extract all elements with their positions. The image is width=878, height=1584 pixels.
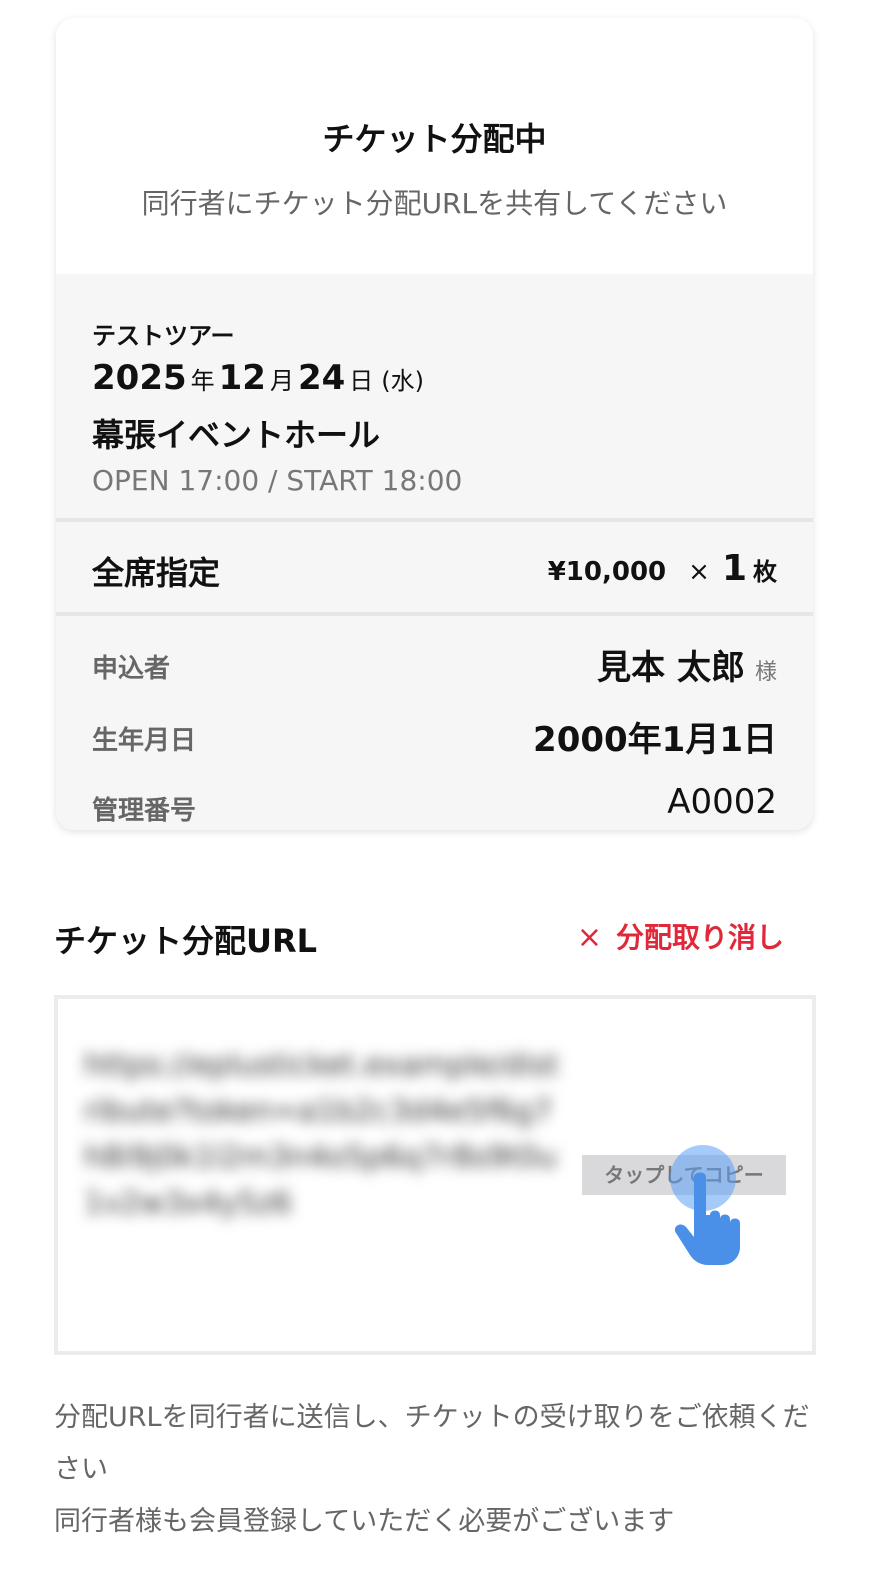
management-label: 管理番号 <box>92 796 197 826</box>
close-icon: × <box>576 920 602 955</box>
applicant-name: 見本 太郎 <box>597 648 745 688</box>
date-day: 24 <box>297 358 346 398</box>
notes: 分配URLを同行者に送信し、チケットの受け取りをご依頼ください 同行者様も会員登… <box>54 1392 814 1548</box>
seat-price-row: ¥10,000 × 1 枚 <box>548 548 777 589</box>
seat-type: 全席指定 <box>92 554 221 592</box>
note-line-1: 分配URLを同行者に送信し、チケットの受け取りをご依頼ください <box>54 1402 810 1485</box>
management-row: 管理番号 A0002 <box>92 776 777 830</box>
ticket-unit: 枚 <box>753 558 777 586</box>
page-title: チケット分配中 <box>322 120 547 158</box>
times-sign: × <box>688 557 710 587</box>
distribution-url[interactable]: https://eplusticket.example/distribute?t… <box>84 1043 564 1227</box>
cancel-distribution-button[interactable]: × 分配取り消し <box>577 916 784 956</box>
applicant-label: 申込者 <box>92 654 171 684</box>
ticket-card: チケット分配中 同行者にチケット分配URLを共有してください テストツアー 20… <box>56 18 813 830</box>
distribution-title: チケット分配URL <box>54 922 318 960</box>
seat-price: ¥10,000 <box>547 557 667 587</box>
seat-info: 全席指定 ¥10,000 × 1 枚 <box>56 522 813 612</box>
venue-name: 幕張イベントホール <box>92 416 381 454</box>
birthdate-row: 生年月日 2000年1月1日 <box>92 706 777 766</box>
date-year-unit: 年 <box>190 367 215 395</box>
date-year: 2025 <box>92 358 187 398</box>
note-line-2: 同行者様も会員登録していただく必要がございます <box>54 1506 675 1537</box>
distribution-header: チケット分配URL × 分配取り消し <box>54 912 814 962</box>
hand-pointer-icon <box>674 1172 740 1265</box>
event-date: 2025 年 12 月 24 日 (水) <box>92 358 428 398</box>
management-number: A0002 <box>667 782 777 822</box>
ticket-quantity: 1 <box>721 548 747 589</box>
event-info: テストツアー 2025 年 12 月 24 日 (水) 幕張イベントホール OPEN 17:… <box>56 274 813 518</box>
event-times: OPEN 17:00 / START 18:00 <box>92 464 463 497</box>
honorific: 様 <box>754 660 777 685</box>
date-weekday: (水) <box>381 367 425 395</box>
birthdate-value: 2000年1月1日 <box>533 720 777 760</box>
date-day-unit: 日 <box>349 367 374 395</box>
applicant-name-wrap: 見本 太郎様 <box>597 640 777 689</box>
birthdate-label: 生年月日 <box>92 726 197 756</box>
applicant-row: 申込者 見本 太郎様 <box>92 634 777 694</box>
card-header: チケット分配中 同行者にチケット分配URLを共有してください <box>56 18 813 274</box>
cancel-label: 分配取り消し <box>615 921 784 954</box>
date-month: 12 <box>218 358 266 398</box>
distribution-url-box[interactable]: https://eplusticket.example/distribute?t… <box>54 995 816 1355</box>
date-month-unit: 月 <box>269 367 294 395</box>
tour-name: テストツアー <box>92 322 235 350</box>
page-subtitle: 同行者にチケット分配URLを共有してください <box>141 187 728 220</box>
applicant-info: 申込者 見本 太郎様 生年月日 2000年1月1日 管理番号 A0002 <box>56 616 813 830</box>
